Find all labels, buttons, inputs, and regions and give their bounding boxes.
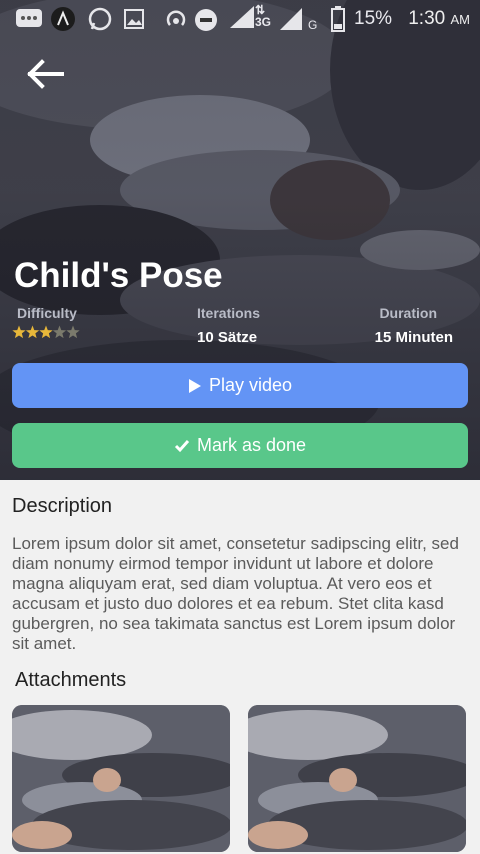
mark-as-done-button[interactable]: Mark as done: [12, 423, 468, 468]
clock: 1:30 AM: [408, 8, 470, 29]
back-button[interactable]: [26, 56, 66, 92]
signal-icon-2: [280, 8, 302, 30]
status-bar: ⇅ 3G G 15% 1:30 AM: [0, 0, 480, 38]
app-icon: [51, 7, 75, 31]
attachment-thumbnail[interactable]: [12, 705, 230, 852]
carrier-label: G: [308, 18, 318, 32]
battery-icon: [331, 6, 345, 32]
whatsapp-icon: [88, 7, 112, 31]
play-video-label: Play video: [208, 375, 293, 395]
back-arrow-icon: [27, 59, 64, 89]
attachments-heading: Attachments: [15, 669, 127, 691]
iterations-label: Iterations: [197, 305, 261, 321]
star-icon: [52, 325, 67, 339]
play-video-button[interactable]: Play video: [12, 363, 468, 408]
play-icon: [188, 378, 202, 394]
hotspot-icon: [166, 10, 186, 26]
star-icon: [12, 325, 26, 339]
battery-percent: 15%: [354, 8, 393, 29]
signal-icon: [230, 6, 254, 28]
description-heading: Description: [12, 495, 113, 517]
network-type: ⇅ 3G: [255, 3, 272, 29]
hero-image: [0, 0, 480, 480]
attachment-thumbnail[interactable]: [248, 705, 466, 852]
dnd-icon: [195, 9, 217, 31]
image-icon: [124, 9, 144, 29]
duration-value: 15 Minuten: [374, 329, 453, 346]
description-text: Lorem ipsum dolor sit amet, consetetur s…: [12, 534, 459, 653]
attachment-image: [12, 705, 230, 852]
exercise-title: Child's Pose: [14, 256, 223, 295]
chat-icon: [16, 9, 42, 27]
check-icon: [174, 439, 190, 453]
hero-overlay: [0, 0, 480, 480]
mark-as-done-label: Mark as done: [196, 435, 307, 455]
star-icon: [39, 325, 53, 339]
star-icon: [66, 325, 80, 339]
star-icon: [25, 325, 40, 339]
attachment-image: [248, 705, 466, 852]
iterations-value: 10 Sätze: [197, 329, 258, 346]
difficulty-label: Difficulty: [17, 305, 77, 321]
difficulty-stars: [12, 325, 80, 339]
duration-label: Duration: [379, 305, 437, 321]
